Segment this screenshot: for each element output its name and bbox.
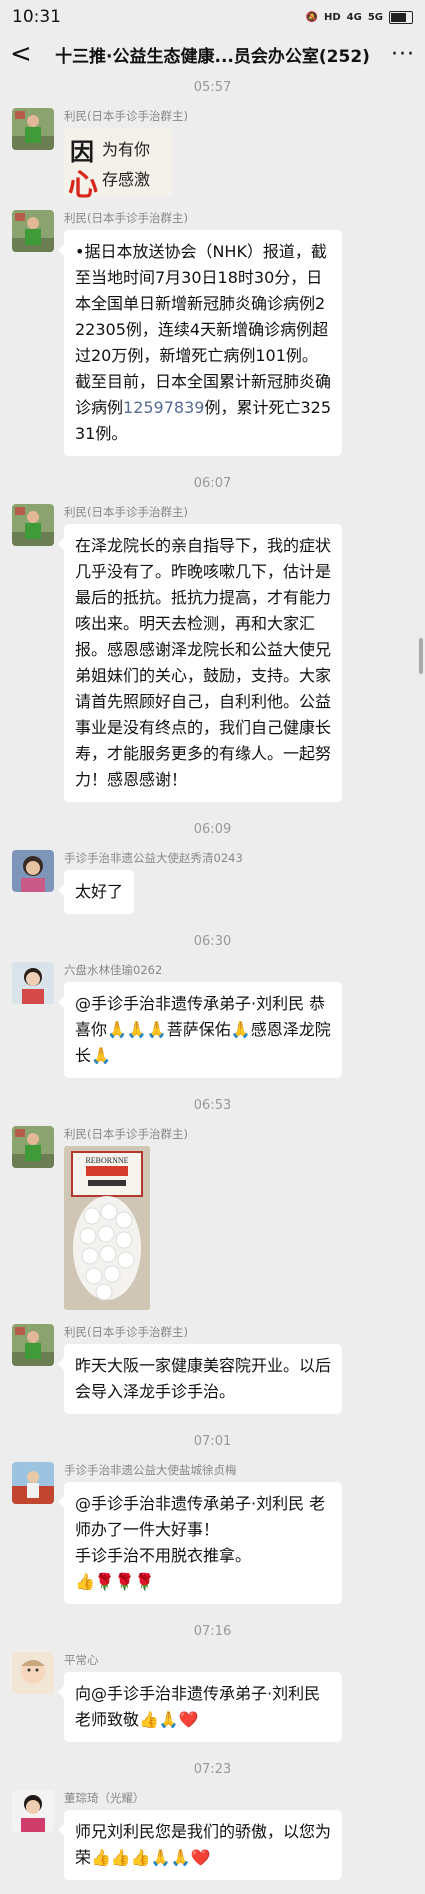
scrollbar-thumb[interactable] (419, 638, 423, 674)
message-item: 六盘水林佳瑜0262 @手诊手治非遗传承弟子·刘利民 恭喜你🙏🙏🙏菩萨保佑🙏感恩… (0, 962, 425, 1078)
avatar[interactable] (12, 1324, 54, 1366)
sender-name: 利民(日本手诊手治群主) (64, 109, 188, 123)
message-text: •据日本放送协会（NHK）报道，截至当地时间7月30日18时30分，日本全国单日… (75, 242, 332, 417)
avatar-image (12, 504, 54, 546)
sticker-text-1: 为有你 (102, 140, 151, 159)
chat-area[interactable]: 05:57 利民(日本手诊手治群主) 因 心 为有你 存感激 利民(日本手诊手治… (0, 74, 425, 1894)
sender-name: 利民(日本手诊手治群主) (64, 1325, 188, 1339)
network-label-3: 5G (367, 11, 383, 23)
sender-name: 董琮琦（光耀） (64, 1791, 145, 1805)
avatar[interactable] (12, 210, 54, 252)
sender-name: 利民(日本手诊手治群主) (64, 1127, 188, 1141)
message-item: 利民(日本手诊手治群主) 在泽龙院长的亲自指导下，我的症状几乎没有了。昨晚咳嗽几… (0, 504, 425, 802)
avatar-image (12, 1790, 54, 1832)
message-bubble[interactable]: 向@手诊手治非遗传承弟子·刘利民老师致敬👍🙏❤️ (58, 1672, 342, 1742)
sender-name: 六盘水林佳瑜0262 (64, 963, 163, 977)
chat-header: < 十三推·公益生态健康...员会办公室(252) ··· (0, 34, 425, 74)
sticker-image[interactable]: 因 心 为有你 存感激 (64, 128, 172, 203)
timestamp: 05:57 (193, 80, 232, 95)
avatar[interactable] (12, 1652, 54, 1694)
avatar-image (12, 108, 54, 150)
message-bubble[interactable]: •据日本放送协会（NHK）报道，截至当地时间7月30日18时30分，日本全国单日… (58, 230, 342, 456)
message-item: 手诊手治非遗公益大使盐城徐贞梅 @手诊手治非遗传承弟子·刘利民 老师办了一件大好… (0, 1462, 425, 1604)
sticker-char-2: 心 (68, 168, 98, 203)
status-time: 10:31 (12, 7, 61, 27)
message-item: 手诊手治非遗公益大使赵秀清0243 太好了 (0, 850, 425, 914)
timestamp: 06:09 (193, 822, 232, 837)
sender-name: 利民(日本手诊手治群主) (64, 505, 188, 519)
timestamp: 06:07 (193, 476, 232, 491)
avatar-image (12, 850, 54, 892)
message-bubble[interactable]: 昨天大阪一家健康美容院开业。以后会导入泽龙手诊手治。 (58, 1344, 342, 1414)
avatar-image (12, 1652, 54, 1694)
avatar-image (12, 962, 54, 1004)
sender-name: 平常心 (64, 1653, 99, 1667)
avatar-image (12, 1324, 54, 1366)
network-label-2: 4G (346, 11, 362, 23)
avatar-image (12, 1126, 54, 1168)
avatar-image (12, 1462, 54, 1504)
message-item: 利民(日本手诊手治群主) REBORNNE (0, 1126, 425, 1310)
avatar-image (12, 210, 54, 252)
avatar[interactable] (12, 1126, 54, 1168)
avatar[interactable] (12, 1462, 54, 1504)
message-bubble[interactable]: 师兄刘利民您是我们的骄傲，以您为荣👍👍👍🙏🙏❤️ (58, 1810, 342, 1880)
message-item: 董琮琦（光耀） 师兄刘利民您是我们的骄傲，以您为荣👍👍👍🙏🙏❤️ (0, 1790, 425, 1880)
timestamp: 07:23 (193, 1762, 232, 1777)
avatar[interactable] (12, 962, 54, 1004)
back-button[interactable]: < (10, 41, 42, 67)
message-bubble[interactable]: @手诊手治非遗传承弟子·刘利民 老师办了一件大好事！ 手诊手治不用脱衣推拿。 👍… (58, 1482, 342, 1604)
avatar[interactable] (12, 850, 54, 892)
timestamp: 06:53 (193, 1098, 232, 1113)
avatar[interactable] (12, 1790, 54, 1832)
avatar[interactable] (12, 108, 54, 150)
message-bubble[interactable]: 太好了 (57, 870, 135, 914)
message-item: 利民(日本手诊手治群主) 昨天大阪一家健康美容院开业。以后会导入泽龙手诊手治。 (0, 1324, 425, 1414)
message-bubble[interactable]: 在泽龙院长的亲自指导下，我的症状几乎没有了。昨晚咳嗽几下，估计是最后的抵抗。抵抗… (58, 524, 342, 802)
timestamp: 06:30 (193, 934, 232, 949)
number-link[interactable]: 12597839 (123, 398, 204, 417)
more-options-button[interactable]: ··· (383, 42, 415, 67)
sender-name: 手诊手治非遗公益大使盐城徐贞梅 (64, 1463, 237, 1477)
message-item: 利民(日本手诊手治群主) •据日本放送协会（NHK）报道，截至当地时间7月30日… (0, 210, 425, 456)
network-label-1: HD (323, 11, 341, 23)
sender-name: 手诊手治非遗公益大使赵秀清0243 (64, 851, 243, 865)
chat-title: 十三推·公益生态健康...员会办公室(252) (55, 46, 370, 67)
message-bubble[interactable]: @手诊手治非遗传承弟子·刘利民 恭喜你🙏🙏🙏菩萨保佑🙏感恩泽龙院长🙏 (58, 982, 342, 1078)
avatar[interactable] (12, 504, 54, 546)
flower-photo[interactable]: REBORNNE (64, 1146, 150, 1310)
battery-icon (389, 10, 413, 24)
message-item: 利民(日本手诊手治群主) 因 心 为有你 存感激 (0, 108, 425, 203)
sender-name: 利民(日本手诊手治群主) (64, 211, 188, 225)
timestamp: 07:01 (193, 1434, 232, 1449)
timestamp: 07:16 (193, 1624, 232, 1639)
photo-image (64, 1146, 150, 1310)
message-item: 平常心 向@手诊手治非遗传承弟子·刘利民老师致敬👍🙏❤️ (0, 1652, 425, 1742)
mute-icon: 🔕 (305, 11, 318, 23)
sticker-text-2: 存感激 (102, 170, 151, 189)
photo-banner-text: REBORNNE (85, 1156, 129, 1165)
status-icons: 🔕 HD 4G 5G (305, 10, 413, 24)
status-bar: 10:31 🔕 HD 4G 5G (0, 0, 425, 34)
